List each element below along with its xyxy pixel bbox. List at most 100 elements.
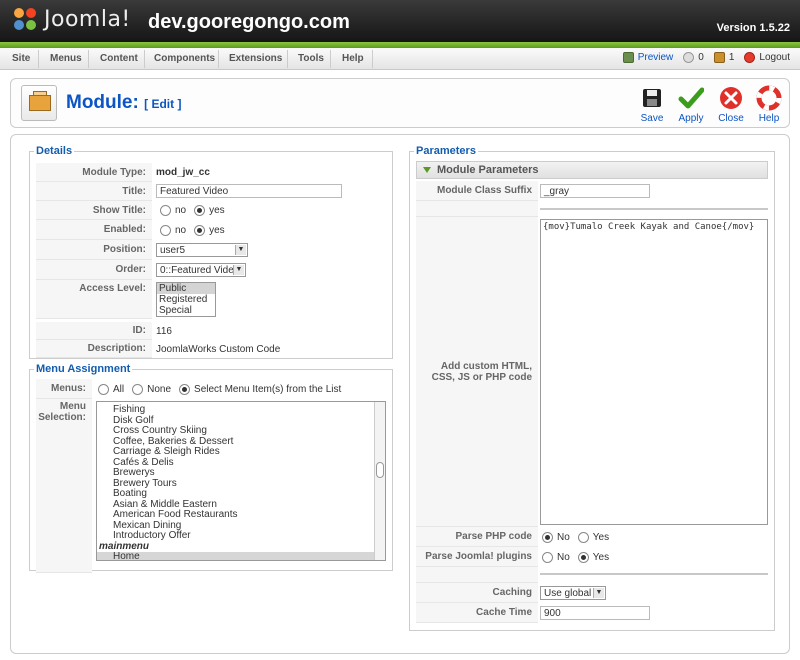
logout-label[interactable]: Logout	[759, 52, 790, 63]
menus-select-radio[interactable]	[179, 383, 191, 395]
dropdown-arrow-icon: ▼	[235, 245, 246, 255]
parse-php-yes-radio[interactable]	[577, 531, 589, 543]
preview-icon	[622, 52, 634, 63]
menus-radios: All None Select Menu Item(s) from the Li…	[98, 379, 349, 399]
save-button[interactable]: Save	[632, 85, 672, 124]
joomla-logo-icon	[14, 7, 38, 32]
logout-link[interactable]: Logout	[744, 52, 790, 63]
id-label: ID:	[36, 322, 152, 340]
menu-group-label: mainmenu	[99, 540, 150, 552]
position-select[interactable]: user5 ▼	[156, 243, 248, 257]
position-label: Position:	[36, 240, 152, 260]
messages-status[interactable]: 0	[683, 52, 704, 63]
show-title-yes-radio[interactable]	[194, 205, 206, 216]
joomla-logo[interactable]: Joomla!	[14, 7, 131, 32]
description-label: Description:	[36, 340, 152, 358]
logout-icon	[744, 52, 756, 63]
scrollbar-thumb[interactable]	[376, 462, 384, 478]
menu-components[interactable]: Components	[154, 53, 215, 64]
parse-php-yes-label: Yes	[592, 531, 610, 543]
caching-label: Caching	[416, 583, 538, 603]
dropdown-arrow-icon: ▼	[593, 588, 604, 598]
access-level-listbox[interactable]: Public Registered Special	[156, 282, 216, 317]
parse-php-label: Parse PHP code	[416, 527, 538, 547]
enabled-radios: no yes	[160, 220, 233, 240]
access-option-special[interactable]: Special	[157, 305, 215, 316]
custom-code-textarea[interactable]: {mov}Tumalo Creek Kayak and Canoe{/mov}	[540, 219, 768, 525]
show-title-no-radio[interactable]	[160, 205, 171, 216]
list-item[interactable]: Carriage & Sleigh Rides	[97, 446, 385, 458]
access-option-public[interactable]: Public	[157, 283, 215, 294]
list-item[interactable]: Cross Country Skiing	[97, 425, 385, 437]
users-status[interactable]: 1	[713, 52, 734, 63]
close-button[interactable]: Close	[711, 85, 751, 124]
site-name: dev.gooregongo.com	[148, 11, 350, 33]
menu-menus[interactable]: Menus	[50, 53, 82, 64]
divider	[540, 573, 768, 575]
enabled-yes-radio[interactable]	[194, 224, 206, 236]
help-label: Help	[758, 113, 780, 124]
order-select[interactable]: 0::Featured Video ▼	[156, 263, 246, 277]
menu-selection-label: Menu Selection:	[36, 399, 92, 573]
close-label: Close	[718, 113, 744, 124]
menu-tools[interactable]: Tools	[298, 53, 324, 64]
title-input[interactable]: Featured Video	[156, 184, 342, 198]
menu-site[interactable]: Site	[12, 53, 30, 64]
apply-button[interactable]: Apply	[671, 85, 711, 124]
order-label: Order:	[36, 260, 152, 280]
list-item[interactable]: Boating	[97, 488, 385, 500]
parse-plugins-radios: No Yes	[542, 547, 617, 567]
parse-plugins-yes-radio[interactable]	[577, 551, 589, 563]
preview-label[interactable]: Preview	[638, 52, 674, 63]
menus-all-radio[interactable]	[98, 383, 109, 395]
details-fieldset: Details Module Type: mod_jw_cc Title: Fe…	[29, 145, 393, 359]
list-item[interactable]: Introductory Offer	[97, 530, 385, 542]
module-icon	[21, 85, 57, 121]
list-item[interactable]: Fishing	[97, 404, 385, 416]
divider	[540, 208, 768, 210]
listbox-scrollbar[interactable]	[374, 402, 385, 560]
parse-php-no-radio[interactable]	[542, 531, 553, 543]
menu-assignment-fieldset: Menu Assignment Menus: All None Select M…	[29, 363, 393, 573]
menu-separator	[144, 50, 145, 68]
page-title: Module: [ Edit ]	[66, 92, 181, 114]
access-option-registered[interactable]: Registered	[157, 294, 215, 305]
module-parameters-toggle[interactable]: Module Parameters	[416, 161, 768, 179]
dropdown-arrow-icon: ▼	[233, 265, 244, 275]
top-header: Joomla! dev.gooregongo.com Version 1.5.2…	[0, 0, 800, 42]
menu-help[interactable]: Help	[342, 53, 364, 64]
parse-php-no-label: No	[557, 531, 570, 543]
title-label: Title:	[36, 182, 152, 201]
parse-plugins-yes-label: Yes	[592, 551, 610, 563]
list-item-home[interactable]: Home	[97, 551, 385, 560]
enabled-yes-label: yes	[209, 224, 225, 236]
class-suffix-label: Module Class Suffix	[416, 181, 538, 201]
caching-select[interactable]: Use global ▼	[540, 586, 606, 600]
parse-plugins-no-radio[interactable]	[542, 551, 553, 563]
menu-extensions[interactable]: Extensions	[229, 53, 282, 64]
menus-label: Menus:	[36, 379, 92, 399]
preview-link[interactable]: Preview	[622, 52, 674, 63]
menu-selection-label-line1: Menu	[59, 401, 86, 412]
list-item[interactable]: Brewerys	[97, 467, 385, 479]
cache-time-input[interactable]: 900	[540, 606, 650, 620]
spacer-label	[416, 567, 538, 583]
help-button[interactable]: Help	[749, 85, 789, 124]
enabled-no-radio[interactable]	[160, 224, 171, 236]
menu-separator	[372, 50, 373, 68]
list-item[interactable]: American Food Restaurants	[97, 509, 385, 521]
menu-selection-listbox[interactable]: Fishing Disk Golf Cross Country Skiing C…	[96, 401, 386, 561]
description-value: JoomlaWorks Custom Code	[156, 343, 281, 355]
menu-content[interactable]: Content	[100, 53, 138, 64]
menus-all-label: All	[113, 383, 125, 395]
menus-none-radio[interactable]	[132, 383, 144, 395]
menu-separator	[38, 50, 39, 68]
show-title-yes-label: yes	[209, 205, 225, 216]
messages-icon	[683, 52, 695, 63]
access-level-label: Access Level:	[36, 280, 152, 319]
menu-selection-label-line2: Selection:	[38, 412, 86, 423]
class-suffix-input[interactable]: _gray	[540, 184, 650, 198]
parse-plugins-no-label: No	[557, 551, 570, 563]
details-legend: Details	[36, 145, 73, 157]
custom-code-label-text: Add custom HTML, CSS, JS or PHP code	[431, 360, 532, 383]
